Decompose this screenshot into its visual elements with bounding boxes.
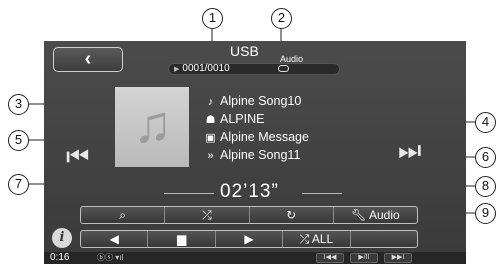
callout-4: 4 bbox=[475, 112, 496, 133]
folder-button[interactable]: ▆ bbox=[148, 231, 216, 247]
album-artwork[interactable]: ♫ bbox=[115, 87, 189, 167]
top-bar: ‹ USB Audio ▶ 0001/0010 bbox=[44, 41, 466, 76]
callout-7: 7 bbox=[8, 174, 29, 195]
album-row: ▣ Alpine Message bbox=[204, 130, 309, 144]
song-title: Alpine Song10 bbox=[220, 94, 302, 108]
next-song-icon: » bbox=[207, 150, 214, 162]
play-indicator-icon: ▶ bbox=[174, 66, 180, 73]
back-button[interactable]: ‹ bbox=[53, 47, 123, 72]
callout-1: 1 bbox=[202, 8, 223, 29]
album-icon: ▣ bbox=[205, 132, 216, 144]
song-title-row: ♪ Alpine Song10 bbox=[204, 94, 302, 108]
artist-row: ☗ ALPINE bbox=[204, 112, 265, 126]
next-song-title: Alpine Song11 bbox=[220, 148, 301, 162]
track-counter-value: 0001/0010 bbox=[182, 63, 230, 74]
info-icon[interactable]: i bbox=[52, 228, 72, 248]
prev-track-button[interactable]: ⏮ bbox=[66, 141, 90, 173]
next-folder-button[interactable]: ▶ bbox=[216, 231, 284, 247]
status-icons: ⓑⓢ ▾ıl bbox=[97, 253, 124, 262]
empty-slot bbox=[351, 231, 417, 247]
search-button[interactable]: ⌕ bbox=[81, 207, 166, 223]
audio-button-label: Audio bbox=[368, 208, 400, 222]
callout-8: 8 bbox=[475, 176, 496, 197]
mini-prev-button[interactable]: I◀◀ bbox=[316, 253, 344, 263]
function-bar: ⌕ ⤮ ↻ 🔧︎ Audio bbox=[80, 206, 418, 224]
folder-bar: ◀ ▆ ▶ ⤮ ALL bbox=[80, 230, 418, 248]
callout-9: 9 bbox=[475, 203, 496, 224]
elapsed-time: 02’13” bbox=[220, 181, 279, 202]
album-name: Alpine Message bbox=[220, 130, 309, 144]
repeat-button[interactable]: ↻ bbox=[250, 207, 334, 223]
time-line-left bbox=[164, 193, 214, 194]
callout-3: 3 bbox=[8, 94, 29, 115]
audio-button[interactable]: 🔧︎ Audio bbox=[334, 207, 417, 223]
next-song-row: » Alpine Song11 bbox=[204, 148, 300, 162]
track-counter: ▶ 0001/0010 bbox=[168, 63, 340, 75]
codec-icon bbox=[278, 65, 289, 72]
mini-next-button[interactable]: ▶▶I bbox=[384, 253, 412, 263]
music-note-icon: ♫ bbox=[133, 96, 172, 154]
artist-icon: ☗ bbox=[205, 114, 216, 126]
shuffle-all-button[interactable]: ⤮ ALL bbox=[283, 231, 351, 247]
callout-6: 6 bbox=[475, 147, 496, 168]
prev-folder-button[interactable]: ◀ bbox=[81, 231, 149, 247]
time-line-right bbox=[302, 193, 342, 194]
music-note-icon: ♪ bbox=[207, 96, 214, 108]
next-track-button[interactable]: ⏭ bbox=[398, 135, 422, 167]
callout-5: 5 bbox=[8, 130, 29, 151]
shuffle-button[interactable]: ⤮ bbox=[165, 207, 250, 223]
wrench-icon: 🔧︎ bbox=[351, 208, 369, 222]
source-title: USB bbox=[230, 43, 259, 59]
callout-2: 2 bbox=[271, 8, 292, 29]
audio-screen: ‹ USB Audio ▶ 0001/0010 ♫ ⏮ ⏭ ♪ Alpine Son… bbox=[44, 41, 466, 264]
artist-name: ALPINE bbox=[220, 112, 265, 126]
status-bar: 0:16 ⓑⓢ ▾ıl I◀◀ ▶/II ▶▶I bbox=[44, 252, 466, 264]
clock: 0:16 bbox=[50, 252, 70, 263]
mini-play-pause-button[interactable]: ▶/II bbox=[350, 253, 378, 263]
